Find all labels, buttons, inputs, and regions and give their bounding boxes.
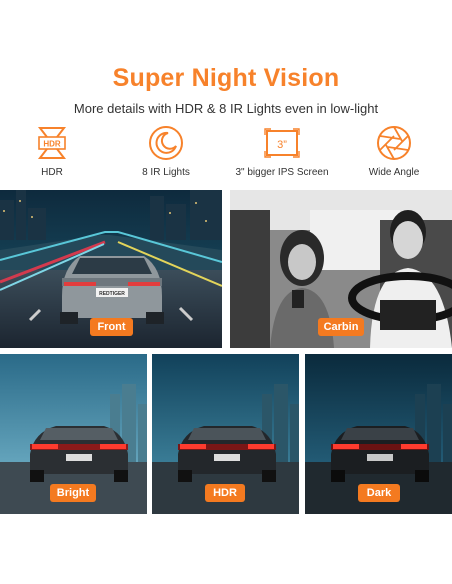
bright-tag: Bright	[50, 484, 96, 502]
feature-screen: 3” 3" bigger IPS Screen	[227, 125, 337, 178]
bright-photo: Bright	[0, 354, 147, 514]
cabin-tag: Carbin	[318, 318, 364, 336]
feature-label-ir: 8 IR Lights	[142, 167, 190, 178]
feature-ir-lights: 8 IR Lights	[111, 125, 221, 178]
dark-photo: Dark	[305, 354, 452, 514]
feature-wide-angle: Wide Angle	[339, 125, 449, 178]
feature-label-wide: Wide Angle	[368, 167, 420, 178]
hdr-photo: HDR	[152, 354, 299, 514]
page-subtitle: More details with HDR & 8 IR Lights even…	[73, 101, 379, 116]
dark-tag: Dark	[358, 484, 400, 502]
hdr-icon: HDR	[37, 127, 67, 159]
page-title: Super Night Vision	[112, 64, 340, 92]
front-tag: Front	[90, 318, 133, 336]
feature-hdr: HDR HDR	[0, 125, 107, 178]
screen-icon: 3”	[264, 128, 300, 158]
license-plate: REDTIGER	[99, 291, 125, 297]
cabin-camera-photo: Carbin	[230, 190, 452, 348]
hdr-tag: HDR	[205, 484, 245, 502]
feature-label-hdr: HDR	[41, 167, 63, 178]
screen-icon-text: 3”	[277, 139, 287, 151]
feature-label-screen: 3" bigger IPS Screen	[235, 167, 329, 178]
moon-icon	[149, 126, 183, 160]
front-camera-photo: REDTIGER Front	[0, 190, 222, 348]
aperture-icon	[377, 126, 411, 160]
hdr-icon-text: HDR	[43, 140, 61, 149]
